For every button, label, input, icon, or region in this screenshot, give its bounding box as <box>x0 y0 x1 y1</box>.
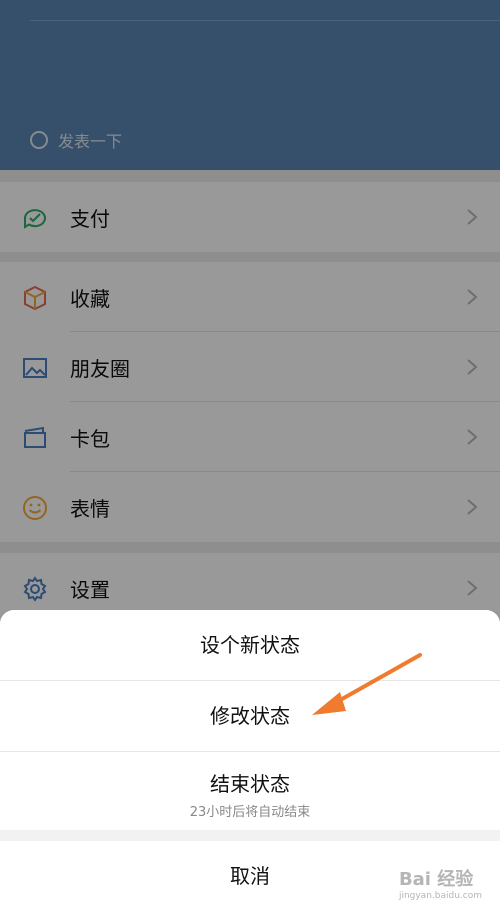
end-status-hint: 23小时后将自动结束 <box>189 805 311 820</box>
watermark-url: jingyan.baidu.com <box>398 891 482 901</box>
modify-status-label: 修改状态 <box>210 704 290 728</box>
annotation-arrow-icon <box>312 653 422 715</box>
end-status-label: 结束状态 <box>210 772 290 796</box>
set-new-status-label: 设个新状态 <box>200 633 300 657</box>
baidu-watermark: Bai 经验 jingyan.baidu.com <box>399 865 482 901</box>
watermark-brand: Bai 经验 <box>398 869 474 890</box>
end-status-button[interactable]: 结束状态 23小时后将自动结束 <box>0 752 500 830</box>
cancel-label: 取消 <box>230 864 270 888</box>
